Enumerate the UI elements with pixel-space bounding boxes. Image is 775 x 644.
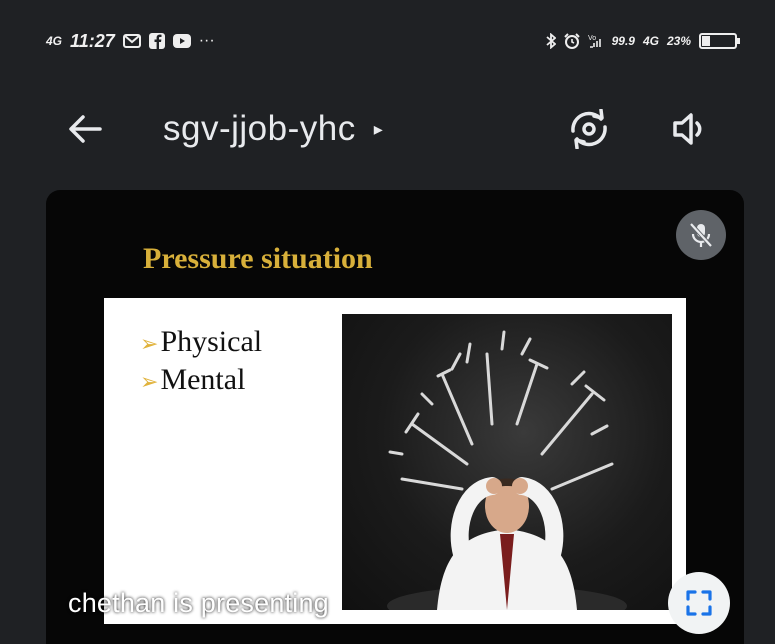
more-notifications-icon: ··· <box>198 32 215 49</box>
bullet-text: Mental <box>160 363 246 396</box>
network-type-left: 4G <box>46 34 63 48</box>
meeting-title[interactable]: sgv-jjob-yhc ▸ <box>163 106 383 152</box>
network-type-right: 4G <box>642 34 659 48</box>
presenting-label: chethan is presenting <box>68 588 329 618</box>
status-right: Vo 99.9 4G 23% <box>546 33 740 49</box>
battery-icon <box>699 33 740 49</box>
stressed-man-image <box>342 314 672 610</box>
alarm-icon <box>563 33 580 49</box>
youtube-icon <box>172 34 191 48</box>
network-speed: 99.9 <box>611 34 635 48</box>
slide-bullets: ➢Physical ➢Mental <box>140 324 262 400</box>
slide-title: Pressure situation <box>143 242 373 275</box>
mail-icon <box>122 34 141 48</box>
presentation-tile[interactable]: Pressure situation ➢Physical ➢Mental che… <box>46 190 744 644</box>
slide-content: ➢Physical ➢Mental <box>104 298 686 624</box>
meeting-code: sgv-jjob-yhc <box>163 109 356 148</box>
app-header: sgv-jjob-yhc ▸ <box>0 90 775 168</box>
svg-text:Vo: Vo <box>588 35 596 42</box>
battery-fill <box>702 36 710 46</box>
status-time: 11:27 <box>70 30 115 51</box>
switch-camera-button[interactable] <box>562 102 616 156</box>
back-button[interactable] <box>62 106 108 152</box>
bullet-text: Physical <box>160 325 263 358</box>
mic-off-indicator <box>676 210 726 260</box>
arrow-left-icon <box>69 115 102 143</box>
bullet-item: ➢Mental <box>140 362 262 400</box>
volte-icon: Vo <box>588 33 604 49</box>
status-bar: 4G 11:27 ··· Vo 99.9 4G 23% <box>0 0 775 82</box>
fullscreen-icon <box>686 590 712 616</box>
battery-percent: 23% <box>666 34 691 48</box>
audio-button[interactable] <box>664 102 718 156</box>
bullet-arrow-icon: ➢ <box>140 369 159 394</box>
status-left: 4G 11:27 ··· <box>46 31 215 52</box>
mic-off-icon <box>689 222 713 248</box>
bullet-item: ➢Physical <box>140 324 262 362</box>
bluetooth-icon <box>546 33 556 49</box>
bullet-arrow-icon: ➢ <box>140 331 159 356</box>
switch-camera-icon <box>571 109 607 149</box>
facebook-icon <box>148 33 165 49</box>
chevron-right-icon: ▸ <box>373 118 384 139</box>
volume-icon <box>673 113 702 145</box>
fullscreen-button[interactable] <box>668 572 730 634</box>
